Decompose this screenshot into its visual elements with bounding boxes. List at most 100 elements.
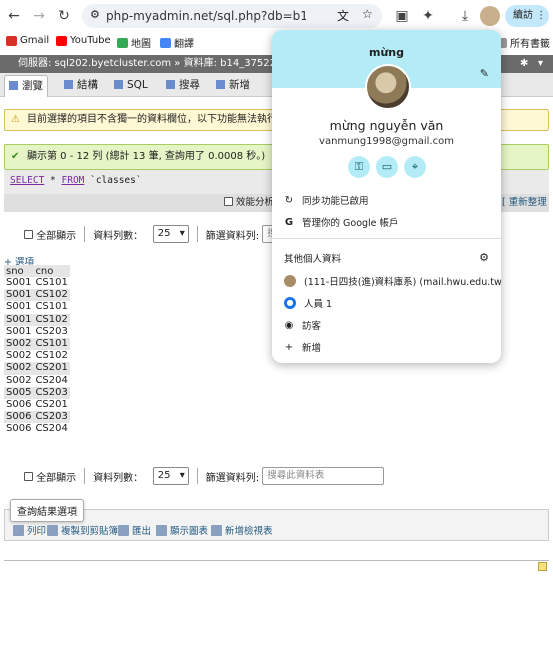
- cell-cno: CS201: [33, 362, 70, 375]
- search-icon: [166, 80, 175, 89]
- table-row[interactable]: S001 CS101: [4, 277, 70, 290]
- bookmark-label: YouTube: [70, 35, 111, 46]
- cell-sno: S002: [4, 337, 34, 351]
- site-info-icon[interactable]: ⚙: [90, 8, 100, 21]
- table-row[interactable]: S002 CS101: [4, 337, 70, 351]
- insert-icon: [216, 80, 225, 89]
- settings-gear-icon[interactable]: ✱: [520, 55, 528, 73]
- star-icon[interactable]: ☆: [362, 7, 373, 21]
- profile-email: vanmung1998@gmail.com: [319, 136, 454, 147]
- tab-label: 搜尋: [179, 79, 200, 91]
- refresh-link[interactable]: [ 重新整理: [502, 194, 547, 212]
- table-row[interactable]: S002 CS201: [4, 362, 70, 375]
- filter-label: 篩選資料列:: [205, 230, 260, 242]
- translate-bookmark-icon: [160, 37, 171, 48]
- sql-keyword-select[interactable]: SELECT: [10, 175, 44, 186]
- cell-cno: CS102: [33, 289, 70, 302]
- table-row[interactable]: S001 CS203: [4, 325, 70, 338]
- profile-full-name: mừng nguyễn văn: [329, 118, 444, 133]
- table-row[interactable]: S005 CS203: [4, 386, 70, 399]
- create-view-link[interactable]: 新增檢視表: [211, 523, 273, 537]
- cell-sno: S006: [4, 411, 34, 424]
- tab-structure[interactable]: 結構: [60, 75, 102, 97]
- export-link[interactable]: 匯出: [118, 523, 151, 537]
- cell-sno: S001: [4, 301, 34, 314]
- profiling-option[interactable]: 效能分析: [224, 194, 274, 212]
- sync-item[interactable]: ↻ 同步功能已啟用: [284, 193, 369, 208]
- table-row[interactable]: S002 CS204: [4, 374, 70, 387]
- tab-sql[interactable]: SQL: [110, 75, 152, 97]
- cell-cno: CS201: [33, 398, 70, 412]
- cell-sno: S006: [4, 423, 34, 436]
- display-chart-link[interactable]: 顯示圖表: [156, 523, 208, 537]
- table-row[interactable]: S001 CS102: [4, 289, 70, 302]
- edit-pencil-icon[interactable]: ✎: [480, 67, 489, 80]
- profiling-label: 效能分析: [236, 197, 275, 208]
- table-row[interactable]: S001 CS101: [4, 301, 70, 314]
- address-bar[interactable]: ⚙ php-myadmin.net/sql.php?db=b14_3752227…: [82, 4, 382, 28]
- tab-search[interactable]: 搜尋: [162, 75, 204, 97]
- other-profiles-label: 其他個人資料: [284, 254, 342, 265]
- bookmark-gmail[interactable]: Gmail: [6, 35, 49, 46]
- profile-avatar-icon[interactable]: [480, 6, 500, 26]
- address-pin-icon[interactable]: ⌖: [404, 156, 426, 178]
- url-text: php-myadmin.net/sql.php?db=b14_37522276.…: [106, 9, 306, 23]
- puzzle-icon[interactable]: ✦: [418, 6, 438, 26]
- rows-label: 資料列數：: [93, 230, 144, 242]
- rows-select[interactable]: 25: [152, 467, 189, 485]
- tab-insert[interactable]: 新增: [212, 75, 254, 97]
- tab-label: 結構: [77, 79, 98, 91]
- cell-sno: S001: [4, 289, 34, 302]
- table-row[interactable]: S002 CS102: [4, 350, 70, 363]
- profile-chip-label: 續訪: [513, 10, 533, 21]
- person-icon: ●: [284, 297, 296, 309]
- cell-sno: S001: [4, 313, 34, 326]
- cell-cno: CS101: [33, 337, 70, 351]
- column-header-sno[interactable]: sno: [4, 265, 34, 277]
- reload-icon[interactable]: ↻: [54, 6, 74, 26]
- cell-sno: S005: [4, 386, 34, 399]
- password-key-icon[interactable]: ⚿: [348, 156, 370, 178]
- tab-label: 新增: [229, 79, 250, 91]
- profile-avatar: [365, 64, 411, 110]
- profile-chip-button[interactable]: 續訪 ⋮: [505, 5, 549, 27]
- nav-controls-bottom: 全部顯示 資料列數： 25 篩選資料列: 搜尋此資料表: [24, 467, 385, 485]
- payment-card-icon[interactable]: ▭: [376, 156, 398, 178]
- manage-profiles-gear-icon[interactable]: ⚙: [479, 251, 489, 264]
- bookmark-youtube[interactable]: YouTube: [56, 35, 111, 46]
- add-profile-item[interactable]: + 新增: [284, 340, 321, 355]
- extension-icon[interactable]: ▣: [392, 6, 412, 26]
- show-all-checkbox[interactable]: [24, 229, 33, 239]
- collapse-icon[interactable]: ▾: [538, 55, 543, 73]
- show-all-checkbox[interactable]: [24, 471, 33, 481]
- divider: [196, 226, 198, 242]
- print-link[interactable]: 列印: [13, 523, 46, 537]
- column-header-cno[interactable]: cno: [33, 265, 70, 277]
- bookmark-translate[interactable]: 翻譯: [160, 35, 194, 50]
- forward-icon[interactable]: →: [29, 6, 49, 26]
- table-row[interactable]: S001 CS102: [4, 313, 70, 326]
- back-icon[interactable]: ←: [4, 6, 24, 26]
- translate-icon[interactable]: 文: [337, 7, 349, 24]
- table-row[interactable]: S006 CS204: [4, 423, 70, 436]
- breadcrumb-text[interactable]: 伺服器: sql202.byetcluster.com » 資料庫: b14_3…: [18, 58, 289, 69]
- bookmark-maps[interactable]: 地圖: [117, 35, 151, 50]
- download-icon[interactable]: ⤓: [455, 6, 475, 26]
- profiling-checkbox[interactable]: [224, 197, 233, 206]
- rows-select[interactable]: 25: [152, 225, 189, 243]
- cell-cno: CS101: [33, 277, 70, 290]
- guest-item[interactable]: ◉ 訪客: [284, 318, 321, 333]
- table-row[interactable]: S006 CS203: [4, 411, 70, 424]
- filter-label: 篩選資料列:: [205, 472, 260, 484]
- copy-clipboard-link[interactable]: 複製到剪貼簿: [47, 523, 118, 537]
- profile-item-person1[interactable]: ● 人員 1: [284, 296, 332, 310]
- cell-cno: CS101: [33, 301, 70, 314]
- manage-account-item[interactable]: G 管理你的 Google 帳戶: [284, 215, 399, 230]
- all-bookmarks[interactable]: 所有書籤: [498, 35, 550, 50]
- filter-input[interactable]: 搜尋此資料表: [262, 467, 385, 485]
- sql-keyword-from[interactable]: FROM: [62, 175, 85, 186]
- table-row[interactable]: S006 CS201: [4, 398, 70, 412]
- tab-browse[interactable]: 瀏覽: [4, 75, 48, 97]
- console-icon[interactable]: [538, 562, 547, 571]
- profile-item-school[interactable]: (111-日四技(進)資料庫系) (mail.hwu.edu.tw): [284, 274, 501, 288]
